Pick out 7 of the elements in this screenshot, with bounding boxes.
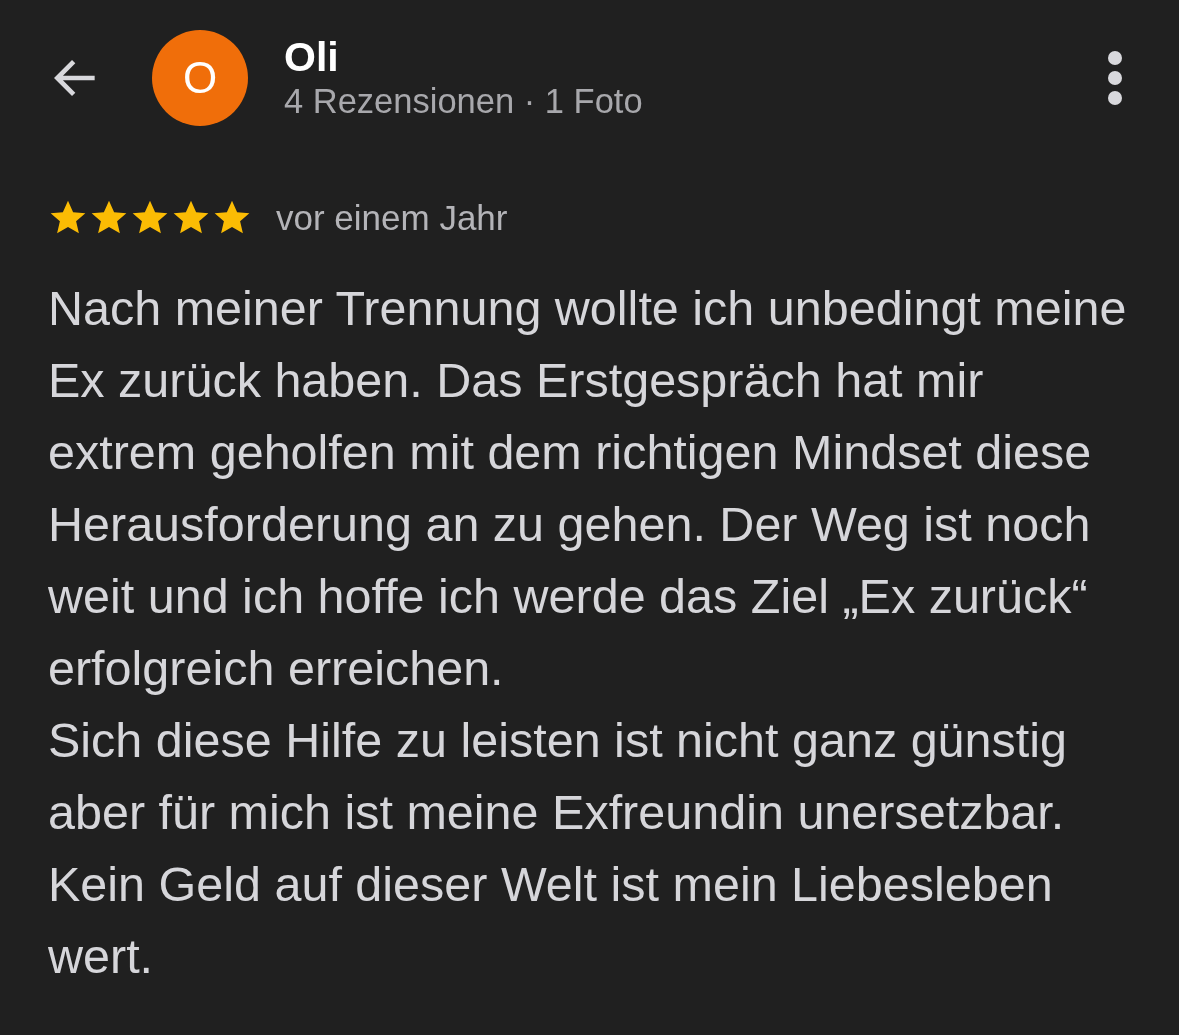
review-text: Nach meiner Trennung wollte ich unbedingt meine Ex zurück haben. Das Erstgespräch hat mir extrem geholfen mit dem richtigen Mindset diese Herausforderung an zu gehen. Der Weg ist noch weit und ich hoffe ich werde das Ziel „Ex zurück“ erfolgreich erreichen. Sich diese Hilfe zu leisten ist nicht ganz günstig aber für mich ist meine Exfreundin unersetzbar. Kein Geld auf dieser Welt ist mein Liebesleben wert. xyxy=(48,280,1128,985)
reviewer-name: Oli xyxy=(284,34,340,80)
review-time: vor einem Jahr xyxy=(276,198,508,238)
reviewer-stats: 4 Rezensionen · 1 Foto xyxy=(284,81,644,122)
more-options-icon xyxy=(1105,50,1125,106)
avatar[interactable]: O xyxy=(152,30,248,126)
more-options-button[interactable] xyxy=(1105,50,1125,106)
